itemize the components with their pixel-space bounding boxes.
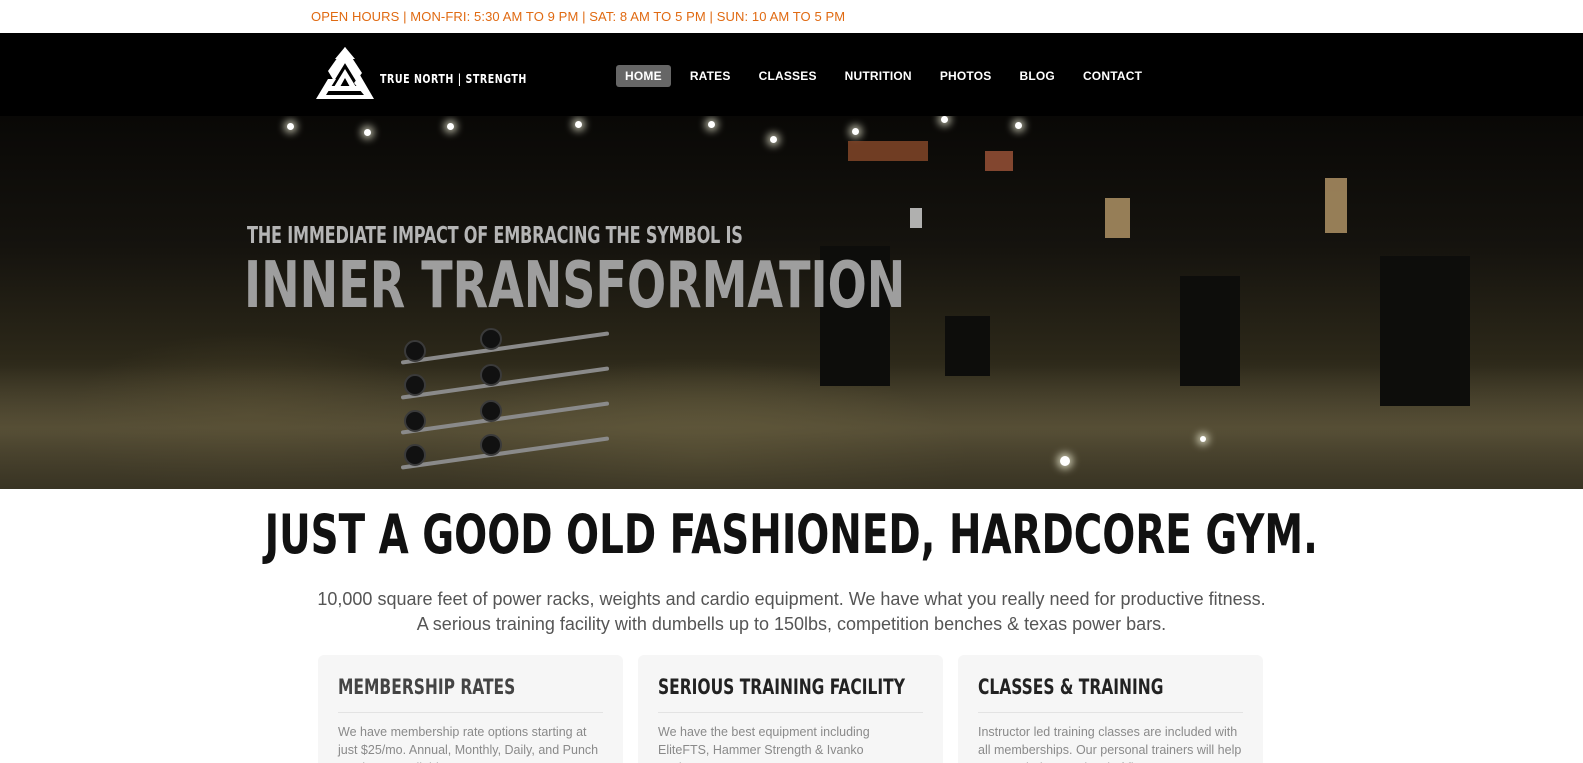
logo[interactable]: TRUE NORTH | STRENGTH — [314, 45, 526, 101]
open-hours-text: OPEN HOURS | MON-FRI: 5:30 AM TO 9 PM | … — [311, 9, 846, 24]
hero-window — [1325, 178, 1347, 233]
hero-plate — [480, 364, 502, 386]
ceiling-light — [770, 136, 777, 143]
card-divider — [978, 712, 1243, 713]
hero-window — [848, 141, 928, 161]
card-title: MEMBERSHIP RATES — [338, 675, 516, 699]
ceiling-light — [1015, 122, 1022, 129]
card-membership-rates[interactable]: MEMBERSHIP RATES We have membership rate… — [318, 655, 623, 763]
card-title: CLASSES & TRAINING — [978, 675, 1164, 699]
card-text: We have the best equipment including Eli… — [658, 725, 870, 763]
card-text: Instructor led training classes are incl… — [978, 725, 1242, 763]
hero-title: INNER TRANSFORMATION — [244, 249, 906, 323]
floor-light — [1200, 436, 1206, 442]
main-nav: HOME RATES CLASSES NUTRITION PHOTOS BLOG… — [616, 65, 1161, 87]
nav-classes[interactable]: CLASSES — [750, 65, 826, 87]
ceiling-light — [575, 121, 582, 128]
card-classes-training[interactable]: CLASSES & TRAINING Instructor led traini… — [958, 655, 1263, 763]
hero-bar — [400, 436, 610, 470]
nav-contact[interactable]: CONTACT — [1074, 65, 1151, 87]
hero-machine — [945, 316, 990, 376]
hero-window — [910, 208, 922, 228]
ceiling-light — [941, 116, 948, 123]
ceiling-light — [287, 123, 294, 130]
ceiling-light — [447, 123, 454, 130]
ceiling-light — [852, 128, 859, 135]
lead-text-1: 10,000 square feet of power racks, weigh… — [317, 589, 1266, 609]
card-divider — [338, 712, 603, 713]
hero-bar — [400, 366, 610, 400]
top-bar: OPEN HOURS | MON-FRI: 5:30 AM TO 9 PM | … — [0, 0, 1583, 33]
hero-dumbbell-rack — [400, 316, 630, 486]
nav-rates[interactable]: RATES — [681, 65, 740, 87]
hero-bar — [400, 331, 610, 365]
hero-banner: THE IMMEDIATE IMPACT OF EMBRACING THE SY… — [0, 116, 1583, 489]
page-headline: JUST A GOOD OLD FASHIONED, HARDCORE GYM. — [0, 508, 1583, 562]
feature-cards: MEMBERSHIP RATES We have membership rate… — [318, 655, 1266, 763]
hero-plate — [404, 374, 426, 396]
hero-bar — [400, 401, 610, 435]
hero-plate — [404, 340, 426, 362]
floor-light — [1060, 456, 1070, 466]
hero-machine — [1180, 276, 1240, 386]
nav-blog[interactable]: BLOG — [1010, 65, 1063, 87]
hero-plate — [480, 400, 502, 422]
card-title: SERIOUS TRAINING FACILITY — [658, 675, 905, 699]
hero-plate — [480, 434, 502, 456]
hero-plate — [404, 410, 426, 432]
hero-tagline: THE IMMEDIATE IMPACT OF EMBRACING THE SY… — [247, 223, 743, 249]
hero-window — [1105, 198, 1130, 238]
brand-name: TRUE NORTH | STRENGTH — [380, 72, 527, 86]
hero-floor — [0, 366, 1583, 489]
ceiling-light — [708, 121, 715, 128]
card-text: We have membership rate options starting… — [338, 725, 599, 763]
card-training-facility[interactable]: SERIOUS TRAINING FACILITY We have the be… — [638, 655, 943, 763]
nav-nutrition[interactable]: NUTRITION — [836, 65, 921, 87]
page-headline-text: JUST A GOOD OLD FASHIONED, HARDCORE GYM. — [264, 503, 1319, 566]
site-header: TRUE NORTH | STRENGTH HOME RATES CLASSES… — [0, 33, 1583, 116]
nav-photos[interactable]: PHOTOS — [931, 65, 1001, 87]
nav-home[interactable]: HOME — [616, 65, 671, 87]
hero-plate — [404, 444, 426, 466]
hero-plate — [480, 328, 502, 350]
lead-text-2: A serious training facility with dumbell… — [416, 614, 1167, 634]
hero-window — [985, 151, 1013, 171]
hero-machine — [1380, 256, 1470, 406]
valknut-triangle-icon — [316, 47, 374, 99]
ceiling-light — [364, 129, 371, 136]
card-divider — [658, 712, 923, 713]
